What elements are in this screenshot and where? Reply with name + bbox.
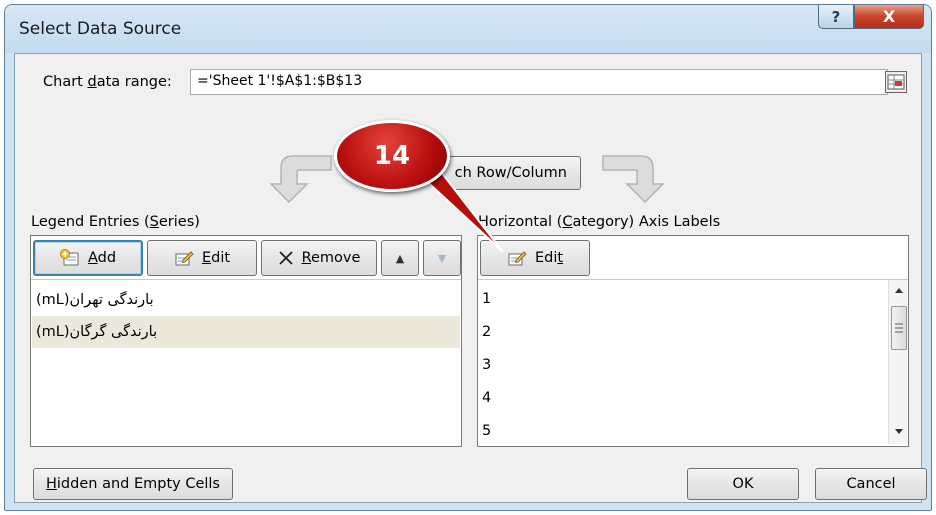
- step-number: 14: [373, 141, 411, 171]
- callout-pointer: [418, 166, 504, 253]
- step-number-callout: 14: [334, 120, 450, 192]
